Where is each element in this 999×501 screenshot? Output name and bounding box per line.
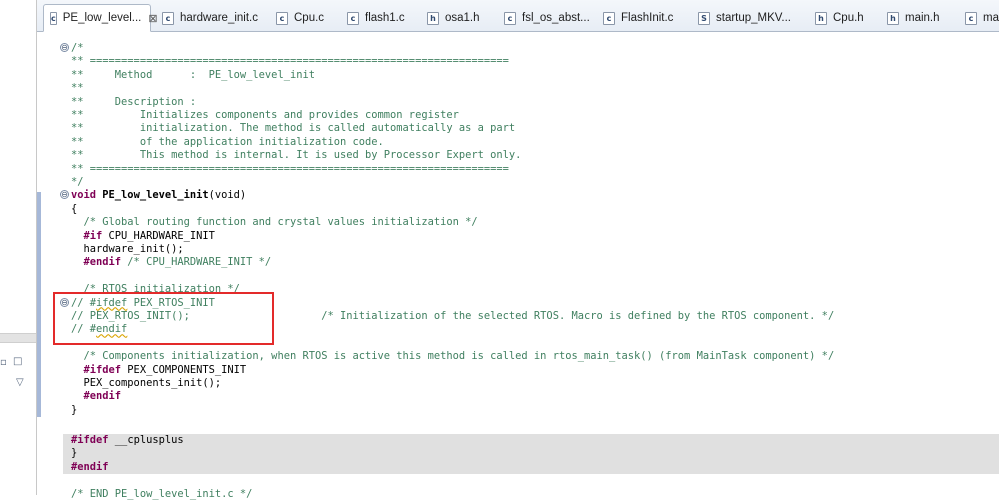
view-menu-icon[interactable]: ▫ [0,357,7,368]
tab-label: startup_MKV... [716,12,792,24]
code-line: #if CPU_HARDWARE_INIT [71,229,215,242]
tab-label: Cpu.h [833,12,864,24]
fold-collapse-icon[interactable]: ⊖ [60,190,69,200]
tab-label: main [983,12,999,24]
c-file-icon: c [347,11,359,25]
c-file-icon: c [162,11,174,25]
c-file-icon: c [965,11,977,25]
tab-main[interactable]: c main [959,5,999,31]
code-line: ** initialization. The method is called … [71,122,516,135]
changed-lines-marker [37,192,41,417]
c-file-icon: c [276,11,288,25]
c-file-icon: c [50,11,57,25]
code-line: ⊖ void PE_low_level_init(void) [60,189,247,202]
code-line: /* Components initialization, when RTOS … [71,350,835,363]
fold-collapse-icon[interactable]: ⊖ [60,43,69,52]
tab-flash1[interactable]: c flash1.c [341,5,411,31]
tab-label: main.h [905,12,940,24]
tab-startup-mkv[interactable]: S startup_MKV... [692,5,797,31]
tab-pe-low-level[interactable]: c PE_low_level... ⊠ [43,4,158,32]
code-editor: c PE_low_level... ⊠ c hardware_init.c c … [36,0,999,500]
tab-cpu-h[interactable]: h Cpu.h [809,5,870,31]
code-line: hardware_init(); [71,243,184,255]
annotation-highlight-box [53,292,274,345]
tab-main-h[interactable]: h main.h [881,5,946,31]
editor-tab-bar: c PE_low_level... ⊠ c hardware_init.c c … [37,0,999,32]
code-line: /* END PE_low_level_init.c */ [71,487,253,500]
h-file-icon: h [427,11,439,25]
code-line: ** This method is internal. It is used b… [71,149,522,162]
tab-label: fsl_os_abst... [522,12,590,24]
c-file-icon: c [603,11,615,25]
c-file-icon: c [504,11,516,25]
tab-label: PE_low_level... [62,12,142,24]
tab-label: osa1.h [445,12,480,24]
code-line: ** of the application initialization cod… [71,135,384,148]
code-line: ** [71,82,84,95]
code-line-inactive: #ifdef __cplusplus [63,434,999,448]
code-line: /* Global routing function and crystal v… [71,216,478,229]
maximize-icon[interactable]: □ [13,356,22,367]
code-line: { [71,202,78,215]
code-line-inactive: #endif [63,460,999,475]
code-line: */ [71,176,84,188]
tab-label: hardware_init.c [180,12,258,24]
h-file-icon: h [815,11,827,25]
code-line: ** =====================================… [71,162,509,175]
code-line: ** =====================================… [71,55,509,68]
tab-osa1[interactable]: h osa1.h [421,5,486,31]
tab-cpu-c[interactable]: c Cpu.c [270,5,330,31]
tab-label: FlashInit.c [621,12,674,24]
quick-diff-ruler [57,32,61,495]
code-line: ** Initializes components and provides c… [71,109,459,121]
code-line: ** Description : [71,95,197,108]
collapse-down-icon[interactable]: ▽ [16,377,24,388]
code-line: } [71,403,78,416]
panel-sash[interactable] [0,333,36,343]
code-line: #ifdef PEX_COMPONENTS_INIT [71,363,247,376]
h-file-icon: h [887,11,899,25]
code-line: PEX_components_init(); [71,377,222,389]
code-line: #endif /* CPU_HARDWARE_INIT */ [71,256,272,269]
s-file-icon: S [698,11,710,25]
code-line: ⊖ /* [60,42,84,54]
tab-fsl-os-abst[interactable]: c fsl_os_abst... [498,5,596,31]
code-line: ** Method : PE_low_level_init [71,68,315,81]
tab-hardware-init[interactable]: c hardware_init.c [156,5,264,31]
left-panel-strip: ▫ □ ▽ [0,0,36,495]
tab-label: flash1.c [365,12,405,24]
code-line: #endif [71,390,122,403]
tab-label: Cpu.c [294,12,325,24]
code-line-inactive: } [63,447,999,461]
tab-flashinit[interactable]: c FlashInit.c [597,5,679,31]
